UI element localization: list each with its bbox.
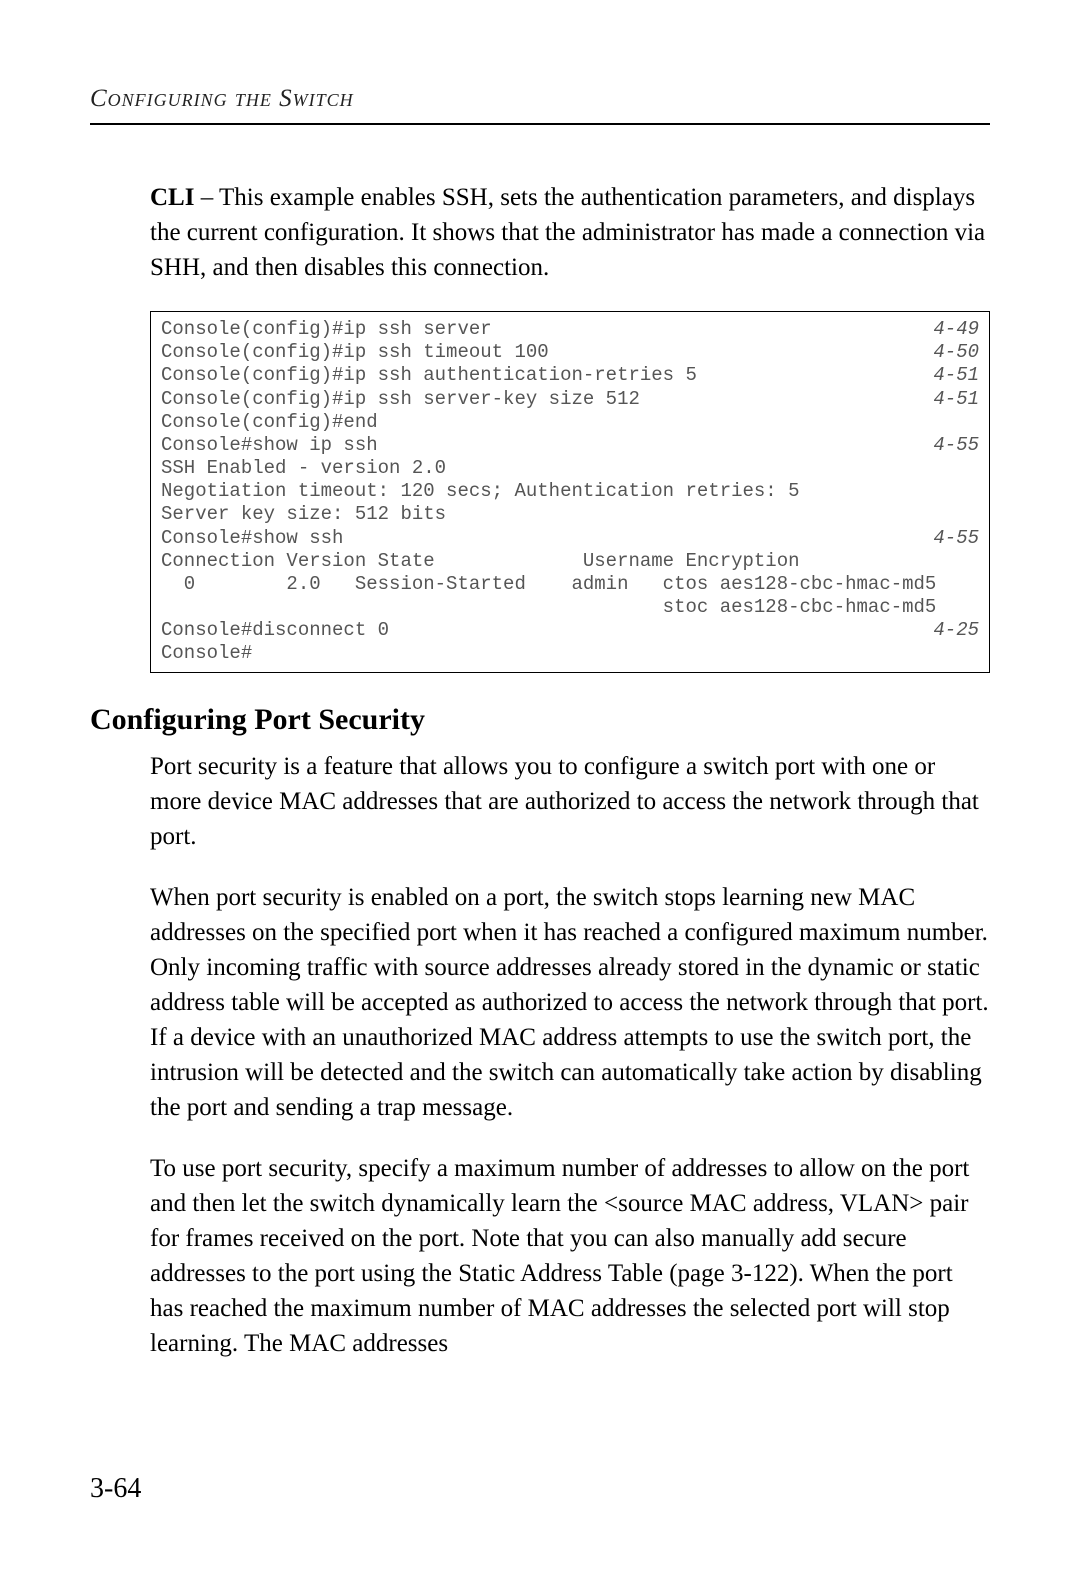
paragraph-1: Port security is a feature that allows y…: [150, 749, 990, 854]
code-line: Negotiation timeout: 120 secs; Authentic…: [161, 480, 979, 503]
code-text: Console(config)#ip ssh timeout 100: [161, 341, 549, 364]
running-head: Configuring the Switch: [90, 85, 990, 113]
code-ref: 4-50: [913, 341, 979, 364]
code-line: Console#: [161, 642, 979, 665]
header-rule: [90, 123, 990, 125]
code-text: Console#: [161, 642, 252, 665]
code-line: stoc aes128-cbc-hmac-md5: [161, 596, 979, 619]
code-line: Console(config)#end: [161, 411, 979, 434]
intro-text: – This example enables SSH, sets the aut…: [150, 184, 985, 281]
code-line: Connection Version State Username Encryp…: [161, 550, 979, 573]
code-line: SSH Enabled - version 2.0: [161, 457, 979, 480]
code-line: Server key size: 512 bits: [161, 503, 979, 526]
intro-block: CLI – This example enables SSH, sets the…: [150, 180, 990, 285]
code-line: Console(config)#ip ssh timeout 100 4-50: [161, 341, 979, 364]
code-text: 0 2.0 Session-Started admin ctos aes128-…: [161, 573, 936, 596]
page-number: 3-64: [90, 1473, 141, 1505]
code-line: Console(config)#ip ssh authentication-re…: [161, 364, 979, 387]
code-ref: 4-25: [913, 619, 979, 642]
code-line: Console#show ssh 4-55: [161, 527, 979, 550]
code-text: Connection Version State Username Encryp…: [161, 550, 800, 573]
code-ref: 4-51: [913, 388, 979, 411]
code-text: Console(config)#ip ssh server-key size 5…: [161, 388, 640, 411]
section-body: Port security is a feature that allows y…: [150, 749, 990, 1361]
code-line: Console(config)#ip ssh server 4-49: [161, 318, 979, 341]
code-ref: 4-49: [913, 318, 979, 341]
cli-label: CLI: [150, 184, 194, 211]
code-text: Console#disconnect 0: [161, 619, 389, 642]
paragraph-2: When port security is enabled on a port,…: [150, 880, 990, 1125]
paragraph-3: To use port security, specify a maximum …: [150, 1151, 990, 1361]
code-text: Console#show ip ssh: [161, 434, 378, 457]
intro-paragraph: CLI – This example enables SSH, sets the…: [150, 180, 990, 285]
cli-output-box: Console(config)#ip ssh server4-49Console…: [150, 311, 990, 673]
code-line: Console#disconnect 0 4-25: [161, 619, 979, 642]
page: Configuring the Switch CLI – This exampl…: [0, 0, 1080, 1570]
code-text: SSH Enabled - version 2.0: [161, 457, 446, 480]
code-line: 0 2.0 Session-Started admin ctos aes128-…: [161, 573, 979, 596]
code-line: Console(config)#ip ssh server-key size 5…: [161, 388, 979, 411]
code-text: Server key size: 512 bits: [161, 503, 446, 526]
code-ref: 4-51: [913, 364, 979, 387]
code-text: stoc aes128-cbc-hmac-md5: [161, 596, 936, 619]
code-text: Console(config)#end: [161, 411, 378, 434]
code-ref: 4-55: [913, 434, 979, 457]
code-text: Console#show ssh: [161, 527, 343, 550]
code-text: Console(config)#ip ssh server: [161, 318, 492, 341]
section-heading-port-security: Configuring Port Security: [90, 703, 990, 737]
code-ref: 4-55: [913, 527, 979, 550]
code-text: Console(config)#ip ssh authentication-re…: [161, 364, 697, 387]
code-line: Console#show ip ssh 4-55: [161, 434, 979, 457]
code-text: Negotiation timeout: 120 secs; Authentic…: [161, 480, 800, 503]
